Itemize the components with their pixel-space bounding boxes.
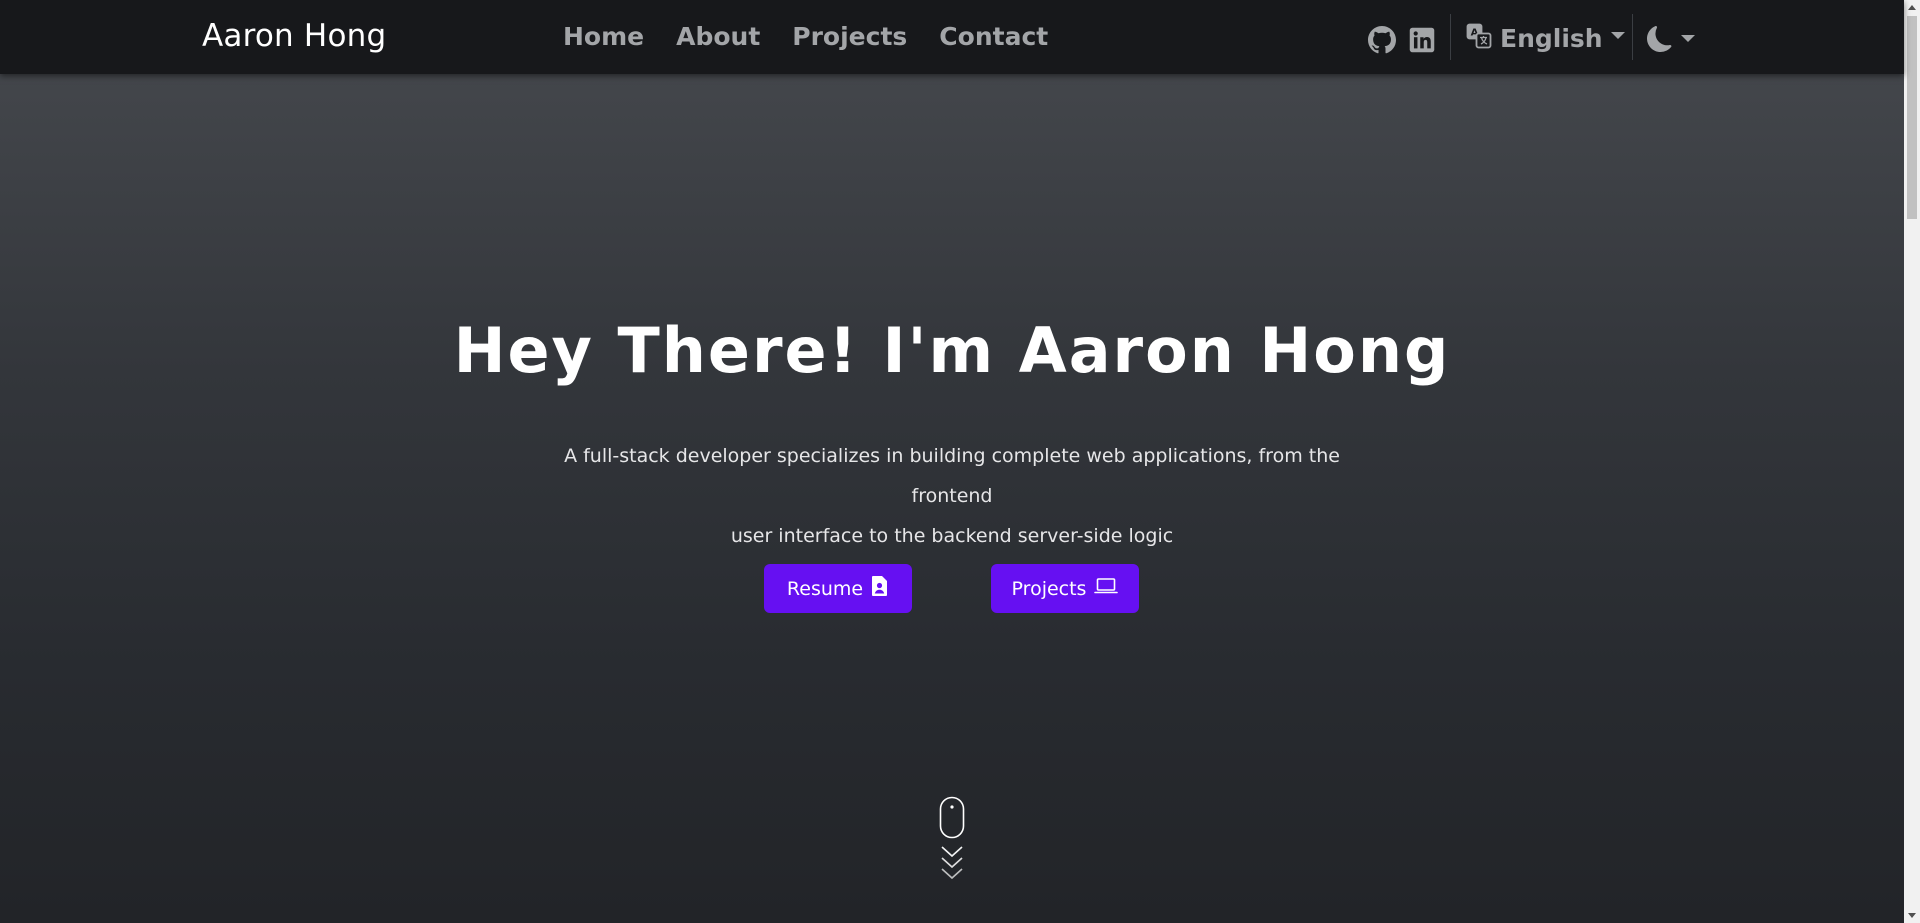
laptop-icon [1094,577,1119,600]
page-scrollbar[interactable] [1904,0,1920,923]
resume-button[interactable]: Resume [764,564,912,613]
hero-subtitle-line: user interface to the backend server-sid… [730,525,1174,547]
nav-divider [1450,14,1451,60]
nav-divider [1632,14,1633,60]
navbar: Aaron Hong Home About Projects Contact A… [0,0,1904,74]
hero-title: Hey There! I'm Aaron Hong [453,314,1451,387]
language-label: English [1500,23,1603,53]
projects-button[interactable]: Projects [991,564,1139,613]
document-person-icon [871,575,889,602]
projects-button-label: Projects [1011,577,1087,600]
scrollbar-thumb[interactable] [1907,16,1917,219]
chevron-down-icon [1610,31,1625,39]
chevron-down-icon [1681,34,1695,42]
hero-subtitle-line: A full-stack developer specializes in bu… [564,445,1340,507]
moon-icon [1647,25,1673,57]
hero-subtitle: A full-stack developer specializes in bu… [522,436,1382,556]
nav-right: A English [0,0,1904,74]
linkedin-icon[interactable] [1408,26,1436,54]
language-dropdown[interactable]: A English [1466,20,1625,56]
github-icon[interactable] [1368,26,1396,54]
theme-toggle[interactable] [1647,25,1695,57]
scroll-down-indicator[interactable] [939,796,965,886]
resume-button-label: Resume [786,577,864,600]
scroll-down-arrow[interactable] [1908,913,1916,918]
hero-section: Hey There! I'm Aaron Hong A full-stack d… [0,74,1904,923]
translate-icon: A [1466,23,1492,54]
scroll-up-arrow[interactable] [1908,5,1916,10]
